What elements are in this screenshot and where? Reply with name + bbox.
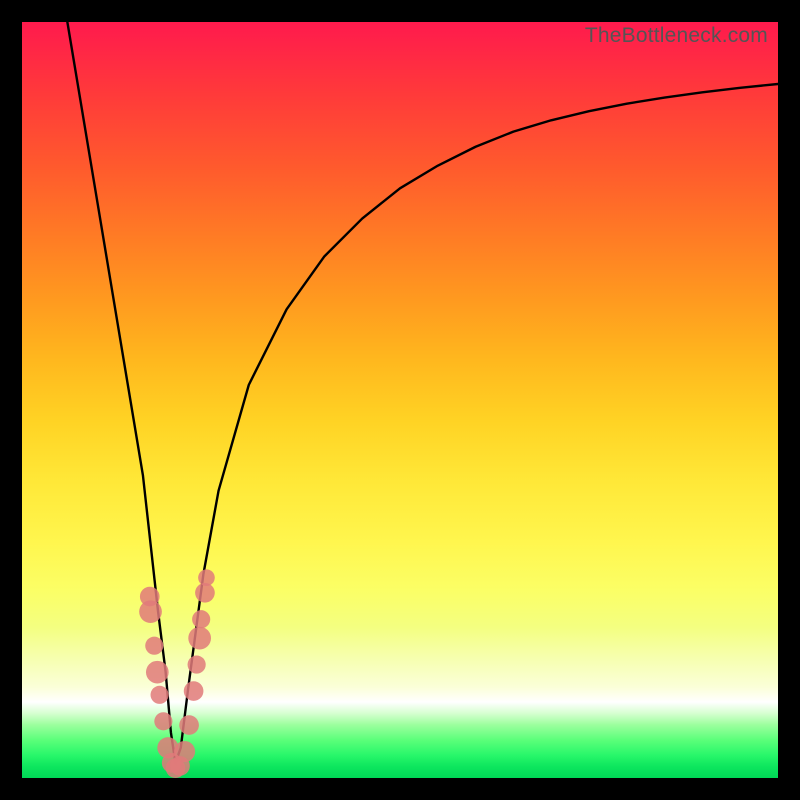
bottleneck-curve (67, 22, 778, 763)
data-marker (145, 637, 163, 655)
curve-layer (22, 22, 778, 778)
data-marker (174, 741, 195, 762)
chart-frame: TheBottleneck.com (0, 0, 800, 800)
data-marker (188, 656, 206, 674)
data-marker (195, 583, 215, 603)
data-marker (154, 712, 172, 730)
data-marker (179, 715, 199, 735)
data-marker (188, 627, 211, 650)
data-marker (198, 569, 215, 586)
data-marker (184, 681, 204, 701)
data-marker (151, 686, 169, 704)
marker-layer (139, 569, 215, 778)
data-marker (192, 610, 210, 628)
watermark-text: TheBottleneck.com (585, 24, 768, 48)
data-marker (139, 600, 162, 623)
plot-area: TheBottleneck.com (22, 22, 778, 778)
data-marker (146, 661, 169, 684)
